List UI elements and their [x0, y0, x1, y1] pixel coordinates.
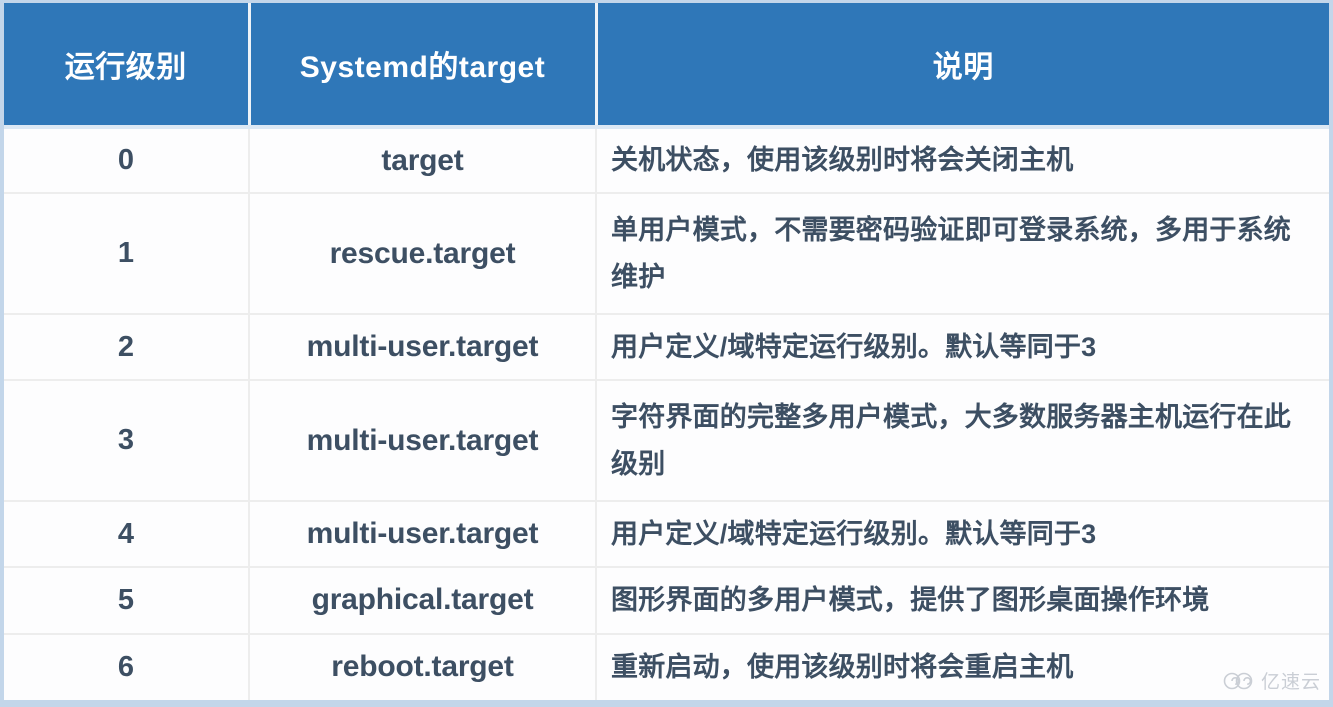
table-body: 0 target 关机状态，使用该级别时将会关闭主机 1 rescue.targ…: [4, 127, 1329, 700]
cell-runlevel: 3: [4, 380, 250, 502]
cell-description: 用户定义/域特定运行级别。默认等同于3: [596, 500, 1329, 569]
cell-description: 用户定义/域特定运行级别。默认等同于3: [596, 313, 1329, 382]
cell-runlevel: 2: [4, 313, 250, 382]
cell-target: rescue.target: [249, 193, 597, 315]
cell-target: multi-user.target: [249, 380, 597, 502]
column-header-description: 说明: [596, 3, 1329, 129]
cell-description: 图形界面的多用户模式，提供了图形桌面操作环境: [596, 567, 1329, 635]
table-row: 2 multi-user.target 用户定义/域特定运行级别。默认等同于3: [4, 313, 1329, 382]
cell-description: 关机状态，使用该级别时将会关闭主机: [596, 127, 1329, 195]
table-row: 3 multi-user.target 字符界面的完整多用户模式，大多数服务器主…: [4, 380, 1329, 502]
column-header-runlevel: 运行级别: [4, 3, 251, 129]
cell-target: multi-user.target: [249, 313, 597, 382]
table-row: 6 reboot.target 重新启动，使用该级别时将会重启主机: [4, 633, 1329, 700]
cell-target: reboot.target: [249, 633, 597, 700]
cell-description: 单用户模式，不需要密码验证即可登录系统，多用于系统维护: [596, 193, 1329, 315]
cell-runlevel: 6: [4, 633, 250, 700]
table-header: 运行级别 Systemd的target 说明: [4, 3, 1329, 129]
table-row: 1 rescue.target 单用户模式，不需要密码验证即可登录系统，多用于系…: [4, 193, 1329, 315]
cell-description: 字符界面的完整多用户模式，大多数服务器主机运行在此级别: [596, 380, 1329, 502]
runlevel-table-container: 运行级别 Systemd的target 说明 0 target 关机状态，使用该…: [0, 0, 1333, 707]
cell-target: graphical.target: [249, 567, 597, 635]
cell-runlevel: 1: [4, 193, 250, 315]
cell-runlevel: 5: [4, 567, 250, 635]
table-row: 0 target 关机状态，使用该级别时将会关闭主机: [4, 127, 1329, 195]
table-row: 5 graphical.target 图形界面的多用户模式，提供了图形桌面操作环…: [4, 567, 1329, 635]
table-header-row: 运行级别 Systemd的target 说明: [4, 3, 1329, 129]
cell-runlevel: 0: [4, 127, 250, 195]
cell-runlevel: 4: [4, 500, 250, 569]
cell-target: target: [249, 127, 597, 195]
column-header-systemd-target: Systemd的target: [249, 3, 598, 129]
cell-description: 重新启动，使用该级别时将会重启主机: [611, 652, 1074, 683]
table-row: 4 multi-user.target 用户定义/域特定运行级别。默认等同于3: [4, 500, 1329, 569]
cell-target: multi-user.target: [249, 500, 597, 569]
runlevel-table: 运行级别 Systemd的target 说明 0 target 关机状态，使用该…: [4, 3, 1329, 700]
